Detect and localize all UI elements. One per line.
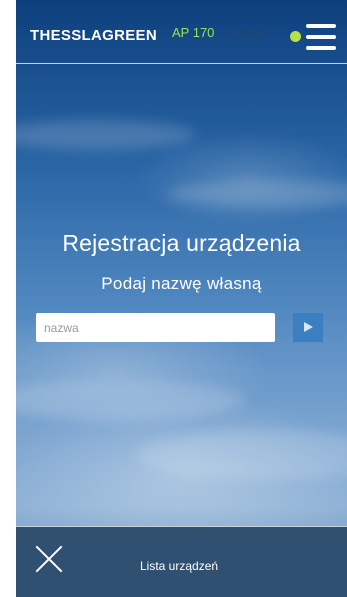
device-list-link[interactable]: Lista urządzeń [140, 559, 218, 573]
cloud-streak [166, 180, 347, 208]
page-subtitle: Podaj nazwę własną [101, 274, 262, 293]
cloud-streak [16, 380, 246, 420]
submit-button[interactable] [293, 313, 323, 342]
top-bar: THESSLAGREEN AP 170 (1163) [16, 0, 347, 64]
close-icon[interactable] [34, 545, 64, 575]
cloud-streak [136, 430, 347, 480]
page-title: Rejestracja urządzenia [62, 230, 301, 256]
brand-logo-text: THESSLAGREEN [30, 27, 157, 44]
bottom-bar: Lista urządzeń [16, 526, 347, 597]
app-screen: THESSLAGREEN AP 170 (1163) Rejestracja u… [16, 0, 347, 597]
cloud-streak [16, 120, 196, 150]
device-model: AP 170 [172, 25, 215, 40]
hamburger-menu-icon[interactable] [306, 24, 336, 50]
device-serial: (1163) [230, 25, 267, 40]
play-arrow-icon [304, 322, 313, 332]
connection-status-icon [290, 31, 301, 42]
device-name-input[interactable] [36, 313, 275, 342]
